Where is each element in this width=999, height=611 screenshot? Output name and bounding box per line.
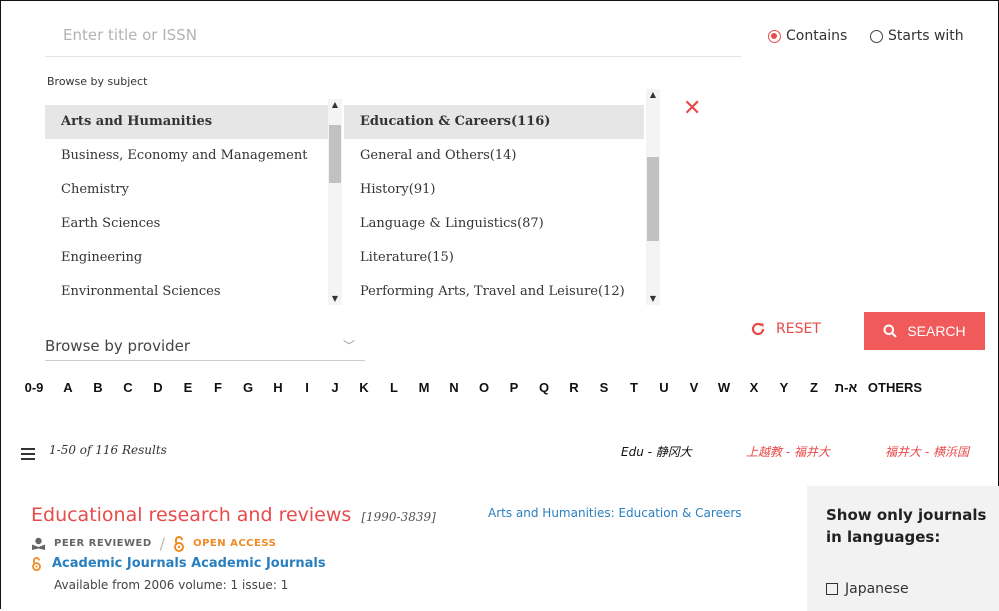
alpha-link[interactable]: A <box>53 377 83 399</box>
close-icon[interactable]: ✕ <box>683 98 701 120</box>
hamburger-menu-icon <box>21 448 35 460</box>
subject-item[interactable]: Chemistry <box>45 173 329 207</box>
alpha-link[interactable]: B <box>83 377 113 399</box>
badge-separator: / <box>159 534 166 553</box>
alpha-link[interactable]: Q <box>529 377 559 399</box>
alpha-link[interactable]: P <box>499 377 529 399</box>
provider-dropdown[interactable]: Browse by provider ﹀ <box>45 331 365 361</box>
list-view-toggle[interactable] <box>21 445 35 464</box>
subject-item[interactable]: Business, Economy and Management <box>45 139 329 173</box>
scroll-up-arrow-icon[interactable]: ▲ <box>328 99 342 111</box>
journal-provider-row: Academic Journals Academic Journals <box>31 556 326 571</box>
crossref-link[interactable]: 上越教 - 福井大 <box>746 443 830 460</box>
language-filter-panel: Show only journals in languages: Japanes… <box>807 486 999 611</box>
peer-reviewed-icon <box>32 537 45 550</box>
journal-years: [1990-3839] <box>361 510 436 524</box>
scroll-down-arrow-icon[interactable]: ▼ <box>328 293 342 305</box>
radio-contains[interactable]: Contains <box>768 28 847 44</box>
alpha-link[interactable]: G <box>233 377 263 399</box>
subject-list[interactable]: Arts and Humanities Business, Economy an… <box>45 105 329 305</box>
journal-provider-link[interactable]: Academic Journals Academic Journals <box>52 556 326 571</box>
subcategory-list-scrollbar[interactable]: ▲ ▼ <box>646 89 660 305</box>
radio-contains-label: Contains <box>786 28 848 44</box>
alpha-link[interactable]: K <box>349 377 379 399</box>
language-option[interactable]: Japanese <box>826 581 909 597</box>
alpha-link[interactable]: R <box>559 377 589 399</box>
alpha-link[interactable]: L <box>379 377 409 399</box>
crossref-link[interactable]: 福井大 - 横浜国 <box>885 443 969 460</box>
alpha-link[interactable]: Z <box>799 377 829 399</box>
alpha-link[interactable]: O <box>469 377 499 399</box>
subject-list-scrollbar[interactable]: ▲ ▼ <box>328 99 342 305</box>
search-input[interactable] <box>45 13 741 57</box>
open-access-lock-icon <box>174 535 185 552</box>
page-frame: Contains Starts with Browse by subject A… <box>0 0 999 611</box>
subject-item[interactable]: Earth Sciences <box>45 207 329 241</box>
radio-starts-with-label: Starts with <box>888 28 964 44</box>
subcategory-item[interactable]: Language & Linguistics(87) <box>344 207 644 241</box>
language-filter-title: Show only journals in languages: <box>826 504 986 548</box>
open-access-lock-icon <box>32 556 41 571</box>
provider-dropdown-label: Browse by provider <box>45 336 191 355</box>
alpha-link[interactable]: J <box>321 377 349 399</box>
subcategory-list[interactable]: Education & Careers(116) General and Oth… <box>344 105 644 305</box>
results-count: 1-50 of 116 Results <box>49 443 167 457</box>
alpha-link[interactable]: X <box>739 377 769 399</box>
crossref-link[interactable]: Edu - 静冈大 <box>621 443 692 460</box>
alpha-link[interactable]: W <box>709 377 739 399</box>
subcategory-item[interactable]: Performing Arts, Travel and Leisure(12) <box>344 275 644 305</box>
alpha-link[interactable]: א-ת <box>829 377 863 399</box>
radio-starts-with-indicator[interactable] <box>870 29 883 43</box>
browse-subject-label: Browse by subject <box>47 75 148 88</box>
alpha-link[interactable]: S <box>589 377 619 399</box>
refresh-icon <box>751 322 765 336</box>
subject-item[interactable]: Arts and Humanities <box>45 105 329 139</box>
alpha-link[interactable]: M <box>409 377 439 399</box>
alpha-link[interactable]: V <box>679 377 709 399</box>
alpha-link[interactable]: Y <box>769 377 799 399</box>
alpha-link[interactable]: 0-9 <box>15 377 53 399</box>
japanese-checkbox[interactable] <box>826 583 838 595</box>
journal-availability: Available from 2006 volume: 1 issue: 1 <box>54 578 289 592</box>
subcategory-item[interactable]: Education & Careers(116) <box>344 105 644 139</box>
chevron-down-icon: ﹀ <box>342 339 355 353</box>
subject-item[interactable]: Environmental Sciences <box>45 275 329 305</box>
alpha-link[interactable]: U <box>649 377 679 399</box>
alpha-link[interactable]: C <box>113 377 143 399</box>
subcategory-item[interactable]: Literature(15) <box>344 241 644 275</box>
radio-starts-with[interactable]: Starts with <box>870 28 964 44</box>
reset-label: RESET <box>776 321 821 337</box>
alpha-link[interactable]: E <box>173 377 203 399</box>
journal-subject-link[interactable]: Arts and Humanities: Education & Careers <box>488 506 742 520</box>
journal-title[interactable]: Educational research and reviews <box>31 504 351 526</box>
alphabet-filter: 0-9 A B C D E F G H I J K L M N O P Q R … <box>15 377 927 399</box>
peer-reviewed-badge: PEER REVIEWED <box>54 538 152 549</box>
open-access-badge: OPEN ACCESS <box>193 538 277 549</box>
subject-item[interactable]: Engineering <box>45 241 329 275</box>
search-icon <box>883 324 898 338</box>
alpha-link[interactable]: F <box>203 377 233 399</box>
language-filter-title-line1: Show only journals <box>826 506 987 524</box>
scrollbar-thumb[interactable] <box>329 125 341 183</box>
search-button-label: SEARCH <box>907 323 966 339</box>
journal-badges: PEER REVIEWED / OPEN ACCESS <box>31 534 276 553</box>
alpha-link[interactable]: OTHERS <box>863 377 927 399</box>
alpha-link[interactable]: N <box>439 377 469 399</box>
radio-contains-indicator[interactable] <box>768 29 781 43</box>
scroll-down-arrow-icon[interactable]: ▼ <box>646 293 660 305</box>
alpha-link[interactable]: D <box>143 377 173 399</box>
alpha-link[interactable]: H <box>263 377 293 399</box>
journal-header: Educational research and reviews [1990-3… <box>31 504 436 526</box>
subcategory-item[interactable]: General and Others(14) <box>344 139 644 173</box>
language-filter-title-line2: in languages: <box>826 528 941 546</box>
scroll-up-arrow-icon[interactable]: ▲ <box>646 89 660 101</box>
alpha-link[interactable]: I <box>293 377 321 399</box>
reset-button[interactable]: RESET <box>750 321 821 337</box>
subcategory-item[interactable]: History(91) <box>344 173 644 207</box>
search-button[interactable]: SEARCH <box>864 312 985 350</box>
scrollbar-thumb[interactable] <box>647 157 659 241</box>
alpha-link[interactable]: T <box>619 377 649 399</box>
language-option-label: Japanese <box>845 581 909 597</box>
